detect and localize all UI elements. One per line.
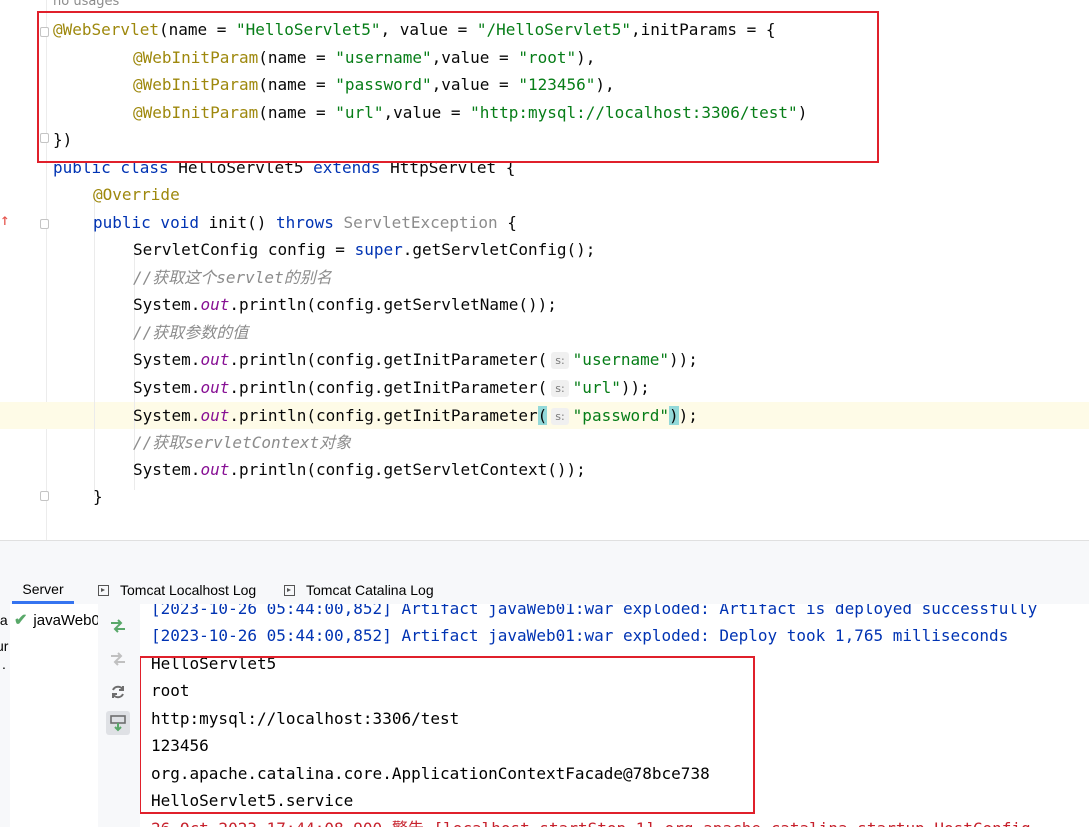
- annotation-highlight-box: [37, 11, 879, 163]
- parameter-hint: s:: [551, 408, 569, 425]
- code-text: ));: [620, 378, 650, 397]
- services-toolbar: [98, 604, 140, 827]
- comment: //获取这个servlet的别名: [133, 268, 332, 287]
- redeploy-icon[interactable]: [106, 647, 130, 671]
- static-field: out: [200, 378, 230, 397]
- refresh-icon[interactable]: [106, 680, 130, 704]
- rerun-icon-graphic: [111, 619, 125, 633]
- static-field: out: [200, 295, 230, 314]
- parameter-hint: s:: [551, 352, 569, 369]
- override-arrow-icon[interactable]: ↑: [0, 212, 10, 228]
- keyword: super: [354, 240, 403, 259]
- usages-hint[interactable]: no usages: [53, 0, 119, 9]
- code-line: }: [93, 483, 103, 510]
- annotation: @Override: [93, 185, 180, 204]
- services-tree[interactable]: ✔ javaWeb01: [10, 604, 99, 827]
- deploy-icon[interactable]: [106, 711, 130, 735]
- tree-item-javaweb01[interactable]: ✔ javaWeb01: [14, 610, 98, 630]
- code-text: );: [678, 406, 698, 425]
- check-icon: ✔: [14, 612, 28, 629]
- code-line: System.out.println(config.getServletCont…: [133, 456, 586, 483]
- clipped-text: ta: [0, 612, 8, 628]
- code-text: ));: [669, 350, 698, 369]
- static-field: out: [200, 460, 230, 479]
- tree-item-label: javaWeb01: [33, 611, 98, 629]
- code-line: System.out.println(config.getInitParamet…: [133, 374, 650, 401]
- string-literal: "username": [572, 350, 669, 369]
- tab-console-icon: [284, 584, 297, 597]
- tab-console-icon: [98, 584, 111, 597]
- refresh-icon-graphic: [112, 685, 124, 699]
- static-field: out: [200, 350, 230, 369]
- code-text: init(): [198, 213, 277, 232]
- code-line: System.out.println(config.getInitParamet…: [133, 346, 698, 373]
- code-text: .println(config.getServletContext());: [229, 460, 586, 479]
- code-text: System.: [133, 406, 201, 425]
- string-literal: "url": [572, 378, 621, 397]
- static-field: out: [200, 406, 230, 425]
- code-text: System.: [133, 460, 201, 479]
- editor-panel-splitter[interactable]: [0, 540, 1089, 577]
- services-tab-bar: Server Tomcat Localhost Log Tomcat Catal…: [0, 576, 1089, 605]
- comment: //获取参数的值: [133, 323, 249, 342]
- rerun-icon[interactable]: [106, 614, 130, 638]
- code-line: //获取servletContext对象: [133, 429, 351, 456]
- tab-label: Tomcat Catalina Log: [306, 582, 434, 598]
- code-text: }: [93, 487, 103, 506]
- brace-match: (: [537, 406, 548, 425]
- output-highlight-box: [140, 656, 755, 814]
- code-text: {: [497, 213, 517, 232]
- code-line: ServletConfig config = super.getServletC…: [133, 236, 595, 263]
- code-text: .println(config.getInitParameter: [229, 406, 538, 425]
- code-line: System.out.println(config.getServletName…: [133, 291, 557, 318]
- code-text: System.: [133, 378, 201, 397]
- code-text: .getServletConfig();: [402, 240, 596, 259]
- code-line: System.out.println(config.getInitParamet…: [133, 402, 698, 429]
- console-line: 26-Oct-2023 17:44:08.900 警告 [localhost-s…: [151, 815, 1031, 827]
- deploy-icon-graphic: [110, 715, 126, 732]
- redeploy-icon-graphic: [111, 652, 125, 666]
- console-output[interactable]: [2023-10-26 05:44:00,852] Artifact javaW…: [140, 604, 1089, 827]
- code-text: System.: [133, 350, 201, 369]
- code-line: @Override: [93, 181, 180, 208]
- code-text: ServletConfig config =: [133, 240, 355, 259]
- code-text: .println(config.getServletName());: [229, 295, 557, 314]
- tab-label: Tomcat Localhost Log: [120, 582, 257, 598]
- console-line: [2023-10-26 05:44:00,852] Artifact javaW…: [151, 626, 1009, 645]
- string-literal: "password": [572, 406, 669, 425]
- keyword: throws: [276, 213, 334, 232]
- brace-match: ): [669, 406, 679, 425]
- tab-tomcat-catalina-log[interactable]: Tomcat Catalina Log: [284, 576, 434, 604]
- code-line: //获取参数的值: [133, 319, 248, 346]
- tab-label: Server: [22, 580, 64, 597]
- indent-guide: [94, 195, 95, 495]
- code-text: .println(config.getInitParameter(: [229, 378, 548, 397]
- console-line: [2023-10-26 05:44:00,852] Artifact javaW…: [151, 604, 1038, 618]
- code-line: public void init() throws ServletExcepti…: [93, 209, 517, 236]
- tab-server[interactable]: Server: [12, 576, 74, 604]
- clipped-text: .: [2, 656, 6, 672]
- code-text: System.: [133, 295, 201, 314]
- code-editor[interactable]: ↑ no usages @WebServlet(name = "HelloSer…: [0, 0, 1089, 540]
- code-line: //获取这个servlet的别名: [133, 264, 332, 291]
- code-text: .println(config.getInitParameter(: [229, 350, 548, 369]
- tab-tomcat-localhost-log[interactable]: Tomcat Localhost Log: [98, 576, 256, 604]
- fold-marker-icon[interactable]: [40, 219, 49, 229]
- keyword: public void: [93, 213, 199, 232]
- clipped-text: ur: [0, 638, 9, 654]
- comment: //获取servletContext对象: [133, 433, 352, 452]
- fold-marker-icon[interactable]: [40, 491, 49, 501]
- parameter-hint: s:: [551, 380, 569, 397]
- code-text: ServletException: [333, 213, 498, 232]
